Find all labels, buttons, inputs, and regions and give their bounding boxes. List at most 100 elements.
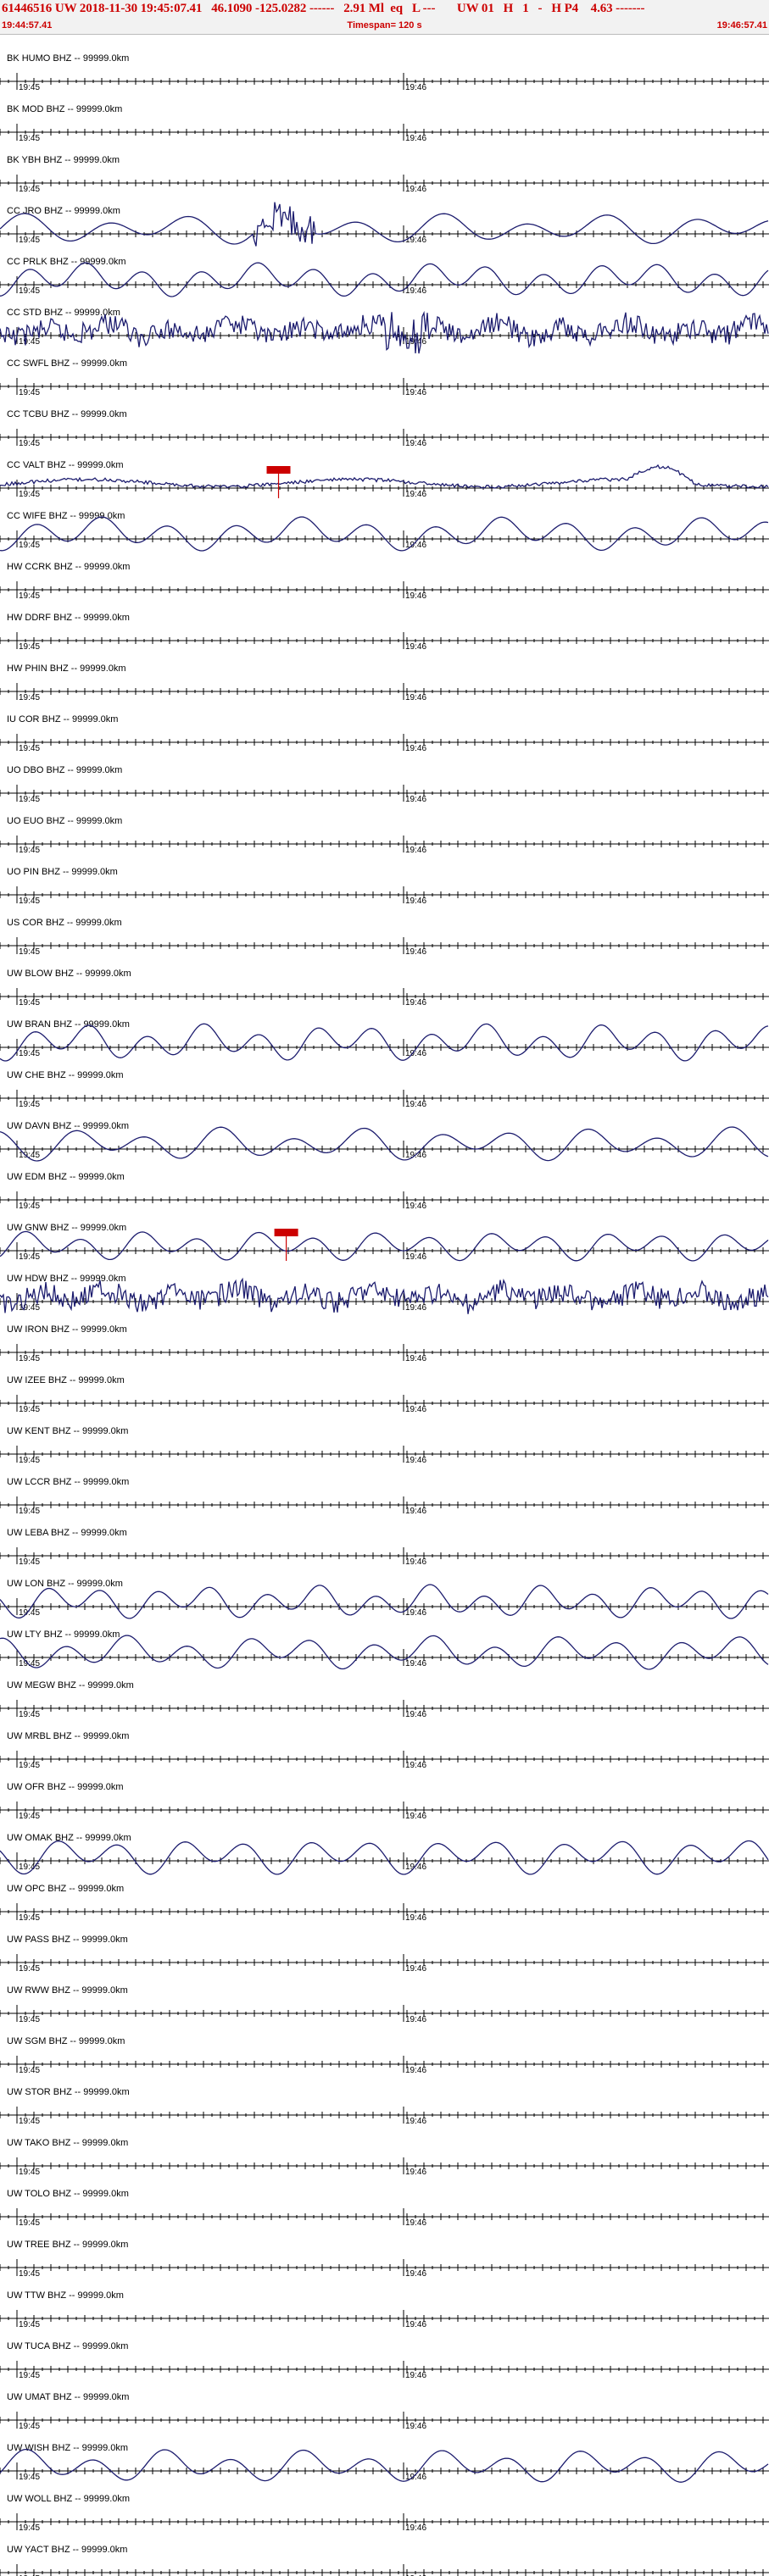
channel-label: BK YBH BHZ -- 99999.0km (7, 155, 120, 165)
minute-label: 19:46 (405, 591, 426, 601)
minute-label: 19:46 (405, 2371, 426, 2380)
channel-row: UW BLOW BHZ -- 99999.0km 19:45 19:46 (0, 969, 769, 1008)
channel-row: UW TAKO BHZ -- 99999.0km 19:45 19:46 (0, 2138, 769, 2177)
minute-label: 19:46 (405, 1608, 426, 1618)
minute-label: 19:46 (405, 1557, 426, 1567)
channel-row: UW LEBA BHZ -- 99999.0km 19:45 19:46 (0, 1528, 769, 1567)
channel-label: CC STD BHZ -- 99999.0km (7, 308, 120, 318)
channel-row: UW RWW BHZ -- 99999.0km 19:45 19:46 (0, 1985, 769, 2024)
channel-row: UO DBO BHZ -- 99999.0km 19:45 19:46 (0, 765, 769, 804)
channel-label: UW TOLO BHZ -- 99999.0km (7, 2189, 129, 2199)
channel-label: UW TTW BHZ -- 99999.0km (7, 2290, 124, 2301)
minute-label: 19:46 (405, 2218, 426, 2228)
channel-label: UW CHE BHZ -- 99999.0km (7, 1070, 124, 1080)
seismogram-plot: BK HUMO BHZ -- 99999.0km19:45 19:46BK MOD… (0, 53, 769, 2576)
channel-label: UW LTY BHZ -- 99999.0km (7, 1629, 120, 1640)
channel-label: UW LEBA BHZ -- 99999.0km (7, 1528, 127, 1538)
waveform-trace (0, 262, 769, 297)
channel-label: BK MOD BHZ -- 99999.0km (7, 104, 122, 114)
channel-label: UW WOLL BHZ -- 99999.0km (7, 2494, 130, 2504)
minute-label: 19:45 (19, 2066, 40, 2075)
channel-label: UW UMAT BHZ -- 99999.0km (7, 2392, 129, 2402)
minute-label: 19:46 (405, 897, 426, 906)
minute-label: 19:45 (19, 236, 40, 245)
minute-label: 19:45 (19, 1964, 40, 1974)
channel-row: UW KENT BHZ -- 99999.0km 19:45 19:46 (0, 1426, 769, 1465)
channel-row: UO PIN BHZ -- 99999.0km 19:45 19:46 (0, 867, 769, 906)
minute-label: 19:45 (19, 2422, 40, 2431)
channel-row: UW UMAT BHZ -- 99999.0km 19:45 19:46 (0, 2392, 769, 2431)
minute-label: 19:45 (19, 2168, 40, 2177)
minute-label: 19:46 (405, 1456, 426, 1465)
channel-label: UW BRAN BHZ -- 99999.0km (7, 1019, 130, 1030)
channel-row: UW TREE BHZ -- 99999.0km 19:45 19:46 (0, 2240, 769, 2279)
channel-label: UW HDW BHZ -- 99999.0km (7, 1274, 126, 1284)
minute-label: 19:46 (405, 1710, 426, 1719)
minute-label: 19:46 (405, 1863, 426, 1872)
minute-label: 19:46 (405, 1761, 426, 1770)
minute-label: 19:45 (19, 2218, 40, 2228)
minute-label: 19:46 (405, 795, 426, 804)
channel-row: UW IRON BHZ -- 99999.0km 19:45 19:46 (0, 1324, 769, 1363)
minute-label: 19:45 (19, 2269, 40, 2279)
channel-label: CC PRLK BHZ -- 99999.0km (7, 257, 126, 267)
minute-label: 19:46 (405, 236, 426, 245)
channel-row: IU COR BHZ -- 99999.0km 19:45 19:46 (0, 714, 769, 753)
minute-label: 19:45 (19, 1049, 40, 1058)
channel-label: US COR BHZ -- 99999.0km (7, 918, 122, 928)
minute-label: 19:45 (19, 388, 40, 397)
channel-label: UW KENT BHZ -- 99999.0km (7, 1426, 128, 1436)
channel-label: UW MEGW BHZ -- 99999.0km (7, 1680, 134, 1690)
channel-label: HW PHIN BHZ -- 99999.0km (7, 663, 126, 674)
channel-label: UW TREE BHZ -- 99999.0km (7, 2240, 128, 2250)
minute-label: 19:46 (405, 693, 426, 702)
channel-label: CC WIFE BHZ -- 99999.0km (7, 511, 125, 521)
channel-row: US COR BHZ -- 99999.0km 19:45 19:46 (0, 918, 769, 957)
waveform-trace (0, 1230, 769, 1262)
minute-label: 19:46 (405, 947, 426, 957)
minute-label: 19:45 (19, 1202, 40, 1211)
minute-label: 19:46 (405, 1964, 426, 1974)
waveform-trace (0, 310, 769, 354)
minute-label: 19:45 (19, 1913, 40, 1923)
channel-row: UW BRAN BHZ -- 99999.0km 19:45 19:46 (0, 1019, 769, 1062)
minute-label: 19:46 (405, 2523, 426, 2533)
minute-label: 19:46 (405, 2117, 426, 2126)
channel-label: UW SGM BHZ -- 99999.0km (7, 2036, 125, 2046)
channel-row: UW MEGW BHZ -- 99999.0km 19:45 19:46 (0, 1680, 769, 1719)
channel-row: UW OFR BHZ -- 99999.0km 19:45 19:46 (0, 1782, 769, 1821)
channel-label: UW STOR BHZ -- 99999.0km (7, 2087, 130, 2097)
minute-label: 19:46 (405, 1354, 426, 1363)
minute-label: 19:45 (19, 591, 40, 601)
channel-row: UW WOLL BHZ -- 99999.0km 19:45 19:46 (0, 2494, 769, 2533)
minute-label: 19:45 (19, 439, 40, 448)
minute-label: 19:45 (19, 1507, 40, 1516)
minute-label: 19:45 (19, 1456, 40, 1465)
minute-label: 19:45 (19, 2523, 40, 2533)
minute-label: 19:46 (405, 2320, 426, 2329)
minute-label: 19:46 (405, 1812, 426, 1821)
channel-row: CC WIFE BHZ -- 99999.0km19:45 19:46 (0, 511, 769, 552)
minute-label: 19:45 (19, 744, 40, 753)
channel-label: UW PASS BHZ -- 99999.0km (7, 1935, 128, 1945)
minute-label: 19:46 (405, 1303, 426, 1313)
minute-label: 19:46 (405, 1913, 426, 1923)
channel-label: UO DBO BHZ -- 99999.0km (7, 765, 122, 775)
channel-label: UW OMAK BHZ -- 99999.0km (7, 1833, 131, 1843)
minute-label: 19:46 (405, 1049, 426, 1058)
minute-label: 19:46 (405, 83, 426, 92)
minute-label: 19:45 (19, 1354, 40, 1363)
minute-label: 19:46 (405, 2066, 426, 2075)
waveform-trace (0, 1840, 769, 1875)
channel-row: UW PASS BHZ -- 99999.0km 19:45 19:46 (0, 1935, 769, 1974)
channel-row: UW EDM BHZ -- 99999.0km 19:45 19:46 (0, 1172, 769, 1211)
channel-row: UW YACT BHZ -- 99999.0km19:4519:46 (0, 2545, 769, 2576)
channel-label: UW MRBL BHZ -- 99999.0km (7, 1731, 129, 1741)
minute-label: 19:46 (405, 1507, 426, 1516)
waveform-trace (0, 1635, 769, 1670)
minute-label: 19:45 (19, 1710, 40, 1719)
minute-label: 19:45 (19, 83, 40, 92)
channel-row: BK YBH BHZ -- 99999.0km 19:45 19:46 (0, 155, 769, 194)
minute-label: 19:45 (19, 134, 40, 143)
minute-label: 19:46 (405, 2168, 426, 2177)
